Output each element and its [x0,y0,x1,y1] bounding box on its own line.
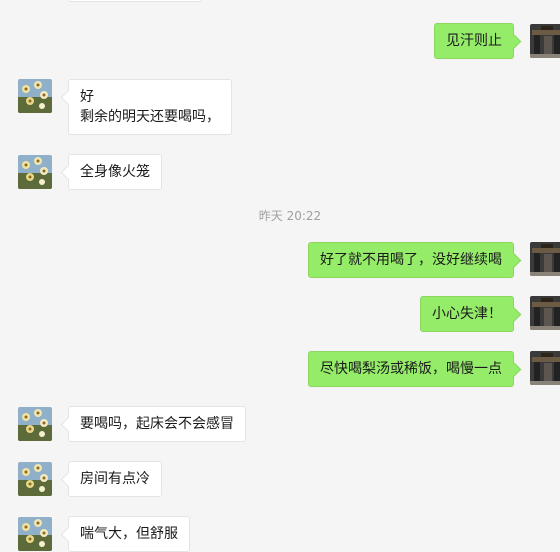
message-bubble-incoming-partial[interactable] [68,0,202,2]
message-bubble-outgoing[interactable]: 小心失津！ [420,296,514,332]
daisy-avatar-icon [18,407,52,441]
gate-avatar-icon [530,242,560,276]
contact-avatar-self[interactable] [530,24,560,58]
message-bubble-incoming[interactable]: 喘气大，但舒服 [68,516,190,552]
message-bubble-incoming[interactable]: 全身像火笼 [68,154,162,190]
daisy-avatar-icon [18,517,52,551]
chat-message-list[interactable]: 见汗则止 好 剩余的明天还要喝吗， 全身像火笼 昨天 20:22 好了就不用喝了… [0,0,560,552]
message-bubble-incoming[interactable]: 好 剩余的明天还要喝吗， [68,79,232,135]
contact-avatar-self[interactable] [530,296,560,330]
message-text: 全身像火笼 [80,164,150,180]
contact-avatar[interactable] [18,462,52,496]
message-bubble-outgoing[interactable]: 好了就不用喝了，没好继续喝 [308,242,514,278]
message-text-line-2: 剩余的明天还要喝吗， [80,109,220,125]
contact-avatar[interactable] [18,155,52,189]
contact-avatar[interactable] [18,407,52,441]
gate-avatar-icon [530,296,560,330]
contact-avatar[interactable] [18,517,52,551]
daisy-avatar-icon [18,79,52,113]
message-text: 小心失津！ [432,306,502,322]
contact-avatar[interactable] [18,79,52,113]
message-text: 见汗则止 [446,33,502,49]
message-text: 要喝吗，起床会不会感冒 [80,416,234,432]
message-text: 好了就不用喝了，没好继续喝 [320,252,502,268]
gate-avatar-icon [530,24,560,58]
gate-avatar-icon [530,351,560,385]
message-bubble-incoming[interactable]: 要喝吗，起床会不会感冒 [68,406,246,442]
daisy-avatar-icon [18,462,52,496]
timestamp: 昨天 20:22 [258,209,322,223]
message-text: 房间有点冷 [80,471,150,487]
message-bubble-outgoing[interactable]: 尽快喝梨汤或稀饭，喝慢一点 [308,351,514,387]
contact-avatar-self[interactable] [530,242,560,276]
message-text: 喘气大，但舒服 [80,526,178,542]
contact-avatar-self[interactable] [530,351,560,385]
message-bubble-incoming[interactable]: 房间有点冷 [68,461,162,497]
message-text: 尽快喝梨汤或稀饭，喝慢一点 [320,361,502,377]
message-bubble-outgoing[interactable]: 见汗则止 [434,23,514,59]
message-text-line-1: 好 [80,89,94,105]
daisy-avatar-icon [18,155,52,189]
